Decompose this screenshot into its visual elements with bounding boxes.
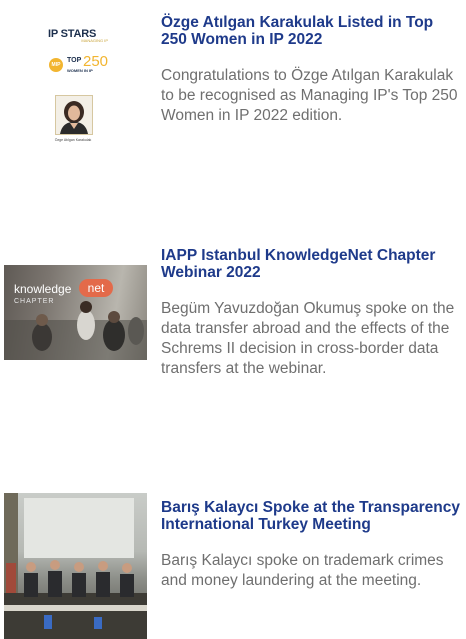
news-item-women-in-ip: IP STARS MANAGING IP MIP TOP 250 WOMEN I… <box>0 0 466 160</box>
ipstars-logo: IP STARS MANAGING IP <box>48 28 108 43</box>
chapter-label: CHAPTER <box>14 298 55 305</box>
webinar-photo <box>4 301 147 360</box>
news-text: Barış Kalaycı Spoke at the Transparency … <box>161 499 461 591</box>
news-body: Congratulations to Özge Atılgan Karakula… <box>161 67 458 124</box>
portrait-photo <box>55 95 93 135</box>
top250-logo: MIP TOP 250 WOMEN IN IP <box>49 53 109 75</box>
mip-badge: MIP <box>49 58 63 72</box>
news-text: Özge Atılgan Karakulak Listed in Top 250… <box>161 14 461 126</box>
news-body: Begüm Yavuzdoğan Okumuş spoke on the dat… <box>161 300 455 377</box>
news-body: Barış Kalaycı spoke on trademark crimes … <box>161 552 444 589</box>
knowledgenet-thumbnail[interactable]: knowledge net CHAPTER <box>4 265 147 360</box>
net-badge: net <box>79 279 113 297</box>
news-text: IAPP Istanbul KnowledgeNet Chapter Webin… <box>161 247 461 379</box>
knowledge-wordmark: knowledge <box>14 282 72 296</box>
news-headline[interactable]: Barış Kalaycı Spoke at the Transparency … <box>161 499 461 533</box>
news-headline[interactable]: IAPP Istanbul KnowledgeNet Chapter Webin… <box>161 247 461 281</box>
news-headline[interactable]: Özge Atılgan Karakulak Listed in Top 250… <box>161 14 461 48</box>
portrait-image <box>56 96 92 134</box>
panel-photo <box>4 493 147 639</box>
portrait-caption: Özge Atılgan Karakulak <box>54 138 92 142</box>
women-in-ip-label: WOMEN IN IP <box>67 68 93 73</box>
top-word: TOP <box>67 57 82 64</box>
panel-meeting-thumbnail[interactable] <box>4 493 147 639</box>
